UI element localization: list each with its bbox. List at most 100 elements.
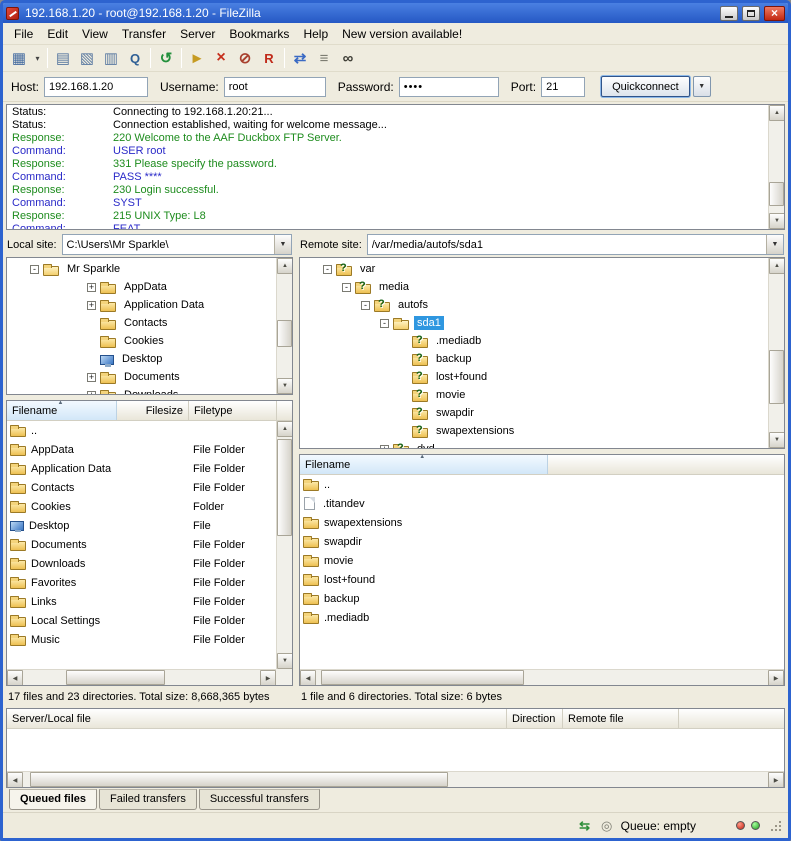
quickconnect-button[interactable]: Quickconnect bbox=[601, 76, 690, 97]
toolbar-synchronized-browsing-button[interactable]: ≡ bbox=[312, 47, 336, 70]
column-header-filename[interactable]: Filename▲ bbox=[300, 455, 548, 474]
tree-item-lost-found[interactable]: lost+found bbox=[300, 368, 767, 386]
title-bar[interactable]: 192.168.1.20 - root@192.168.1.20 - FileZ… bbox=[3, 3, 788, 23]
menu-item-view[interactable]: View bbox=[75, 24, 115, 44]
remote-site-combo[interactable]: /var/media/autofs/sda1 ▼ bbox=[367, 234, 784, 255]
scroll-up-button[interactable]: ▲ bbox=[277, 421, 293, 437]
scroll-right-button[interactable]: ▶ bbox=[260, 670, 276, 686]
scroll-up-button[interactable]: ▲ bbox=[769, 258, 785, 274]
scroll-track[interactable] bbox=[23, 772, 768, 787]
host-input[interactable] bbox=[44, 77, 148, 97]
toolbar-toggle-queue-button[interactable]: Q bbox=[123, 47, 147, 70]
local-list-vscrollbar[interactable]: ▲ ▼ bbox=[276, 421, 292, 669]
scroll-down-button[interactable]: ▼ bbox=[277, 653, 293, 669]
expander-minus-icon[interactable]: - bbox=[342, 283, 351, 292]
toolbar-site-manager-button[interactable]: ▦ bbox=[7, 47, 31, 70]
tree-item-sda1[interactable]: -sda1 bbox=[300, 314, 767, 332]
toolbar-disconnect-button[interactable]: ⊘ bbox=[233, 47, 257, 70]
tree-item-application-data[interactable]: +Application Data bbox=[7, 296, 275, 314]
scroll-thumb[interactable] bbox=[277, 320, 292, 347]
expander-plus-icon[interactable]: + bbox=[380, 445, 389, 449]
password-input[interactable] bbox=[399, 77, 499, 97]
tab-successful-transfers[interactable]: Successful transfers bbox=[199, 789, 320, 810]
log-scrollbar[interactable]: ▲ ▼ bbox=[768, 105, 784, 229]
scroll-right-button[interactable]: ▶ bbox=[768, 772, 784, 788]
file-row-swapdir[interactable]: swapdir bbox=[300, 532, 784, 551]
minimize-button[interactable] bbox=[720, 6, 738, 21]
file-row-downloads[interactable]: DownloadsFile Folder bbox=[7, 554, 276, 573]
tree-item-mediadb[interactable]: .mediadb bbox=[300, 332, 767, 350]
resize-grip[interactable] bbox=[769, 819, 782, 832]
local-tree-scrollbar[interactable]: ▲ ▼ bbox=[276, 258, 292, 394]
file-row-swapextensions[interactable]: swapextensions bbox=[300, 513, 784, 532]
file-row-titandev[interactable]: .titandev bbox=[300, 494, 784, 513]
column-header-direction[interactable]: Direction bbox=[507, 709, 563, 728]
tree-item-backup[interactable]: backup bbox=[300, 350, 767, 368]
expander-plus-icon[interactable]: + bbox=[87, 301, 96, 310]
menu-item-help[interactable]: Help bbox=[296, 24, 335, 44]
menu-item-server[interactable]: Server bbox=[173, 24, 222, 44]
toolbar-toggle-remote-tree-button[interactable]: ▥ bbox=[99, 47, 123, 70]
chevron-down-icon[interactable]: ▼ bbox=[766, 235, 783, 254]
file-row-item[interactable]: .. bbox=[7, 421, 276, 440]
username-input[interactable] bbox=[224, 77, 326, 97]
scroll-thumb[interactable] bbox=[66, 670, 166, 685]
local-site-combo[interactable]: C:\Users\Mr Sparkle\ ▼ bbox=[62, 234, 292, 255]
file-row-local-settings[interactable]: Local SettingsFile Folder bbox=[7, 611, 276, 630]
toolbar-find-files-button[interactable]: ∞ bbox=[336, 47, 360, 70]
toolbar-toggle-message-log-button[interactable]: ▤ bbox=[51, 47, 75, 70]
maximize-button[interactable] bbox=[742, 6, 760, 21]
file-row-appdata[interactable]: AppDataFile Folder bbox=[7, 440, 276, 459]
menu-item-new-version-available[interactable]: New version available! bbox=[335, 24, 469, 44]
scroll-up-button[interactable]: ▲ bbox=[769, 105, 785, 121]
scroll-down-button[interactable]: ▼ bbox=[277, 378, 293, 394]
column-header-remote-file[interactable]: Remote file bbox=[563, 709, 679, 728]
scroll-track[interactable] bbox=[316, 670, 768, 685]
scroll-track[interactable] bbox=[277, 437, 292, 653]
tree-item-media[interactable]: -media bbox=[300, 278, 767, 296]
expander-minus-icon[interactable]: - bbox=[380, 319, 389, 328]
menu-item-edit[interactable]: Edit bbox=[40, 24, 75, 44]
scroll-thumb[interactable] bbox=[277, 439, 292, 536]
remote-list-hscrollbar[interactable]: ◀ ▶ bbox=[300, 669, 784, 685]
toolbar-cancel-button[interactable]: × bbox=[209, 47, 233, 70]
file-row-music[interactable]: MusicFile Folder bbox=[7, 630, 276, 649]
scroll-thumb[interactable] bbox=[321, 670, 524, 685]
file-row-item[interactable]: .. bbox=[300, 475, 784, 494]
file-row-contacts[interactable]: ContactsFile Folder bbox=[7, 478, 276, 497]
local-list-hscrollbar[interactable]: ◀ ▶ bbox=[7, 669, 276, 685]
file-row-movie[interactable]: movie bbox=[300, 551, 784, 570]
transfer-activity-icon[interactable]: ⇆ bbox=[577, 819, 593, 832]
tree-item-mr-sparkle[interactable]: -Mr Sparkle bbox=[7, 260, 275, 278]
toolbar-process-queue-button[interactable]: ► bbox=[185, 47, 209, 70]
expander-plus-icon[interactable]: + bbox=[87, 283, 96, 292]
expander-minus-icon[interactable]: - bbox=[323, 265, 332, 274]
column-header-filename[interactable]: Filename▲ bbox=[7, 401, 117, 420]
expander-plus-icon[interactable]: + bbox=[87, 391, 96, 395]
chevron-down-icon[interactable]: ▼ bbox=[274, 235, 291, 254]
tree-item-appdata[interactable]: +AppData bbox=[7, 278, 275, 296]
queue-hscrollbar[interactable]: ◀ ▶ bbox=[7, 771, 784, 787]
menu-item-bookmarks[interactable]: Bookmarks bbox=[222, 24, 296, 44]
tree-item-var[interactable]: -var bbox=[300, 260, 767, 278]
scroll-left-button[interactable]: ◀ bbox=[7, 670, 23, 686]
tree-item-desktop[interactable]: Desktop bbox=[7, 350, 275, 368]
tree-item-swapextensions[interactable]: swapextensions bbox=[300, 422, 767, 440]
expander-plus-icon[interactable]: + bbox=[87, 373, 96, 382]
scroll-track[interactable] bbox=[769, 274, 784, 432]
column-header-filesize[interactable]: Filesize bbox=[117, 401, 189, 420]
file-row-lost-found[interactable]: lost+found bbox=[300, 570, 784, 589]
file-row-favorites[interactable]: FavoritesFile Folder bbox=[7, 573, 276, 592]
tree-item-autofs[interactable]: -autofs bbox=[300, 296, 767, 314]
menu-item-transfer[interactable]: Transfer bbox=[115, 24, 173, 44]
toolbar-directory-comparison-button[interactable]: ⇄ bbox=[288, 47, 312, 70]
toolbar-refresh-button[interactable]: ↺ bbox=[154, 47, 178, 70]
file-row-backup[interactable]: backup bbox=[300, 589, 784, 608]
port-input[interactable] bbox=[541, 77, 585, 97]
file-row-desktop[interactable]: DesktopFile bbox=[7, 516, 276, 535]
scroll-up-button[interactable]: ▲ bbox=[277, 258, 293, 274]
file-row-documents[interactable]: DocumentsFile Folder bbox=[7, 535, 276, 554]
toolbar-toggle-local-tree-button[interactable]: ▧ bbox=[75, 47, 99, 70]
expander-minus-icon[interactable]: - bbox=[361, 301, 370, 310]
toolbar-site-manager-dropdown[interactable]: ▾ bbox=[31, 47, 44, 70]
